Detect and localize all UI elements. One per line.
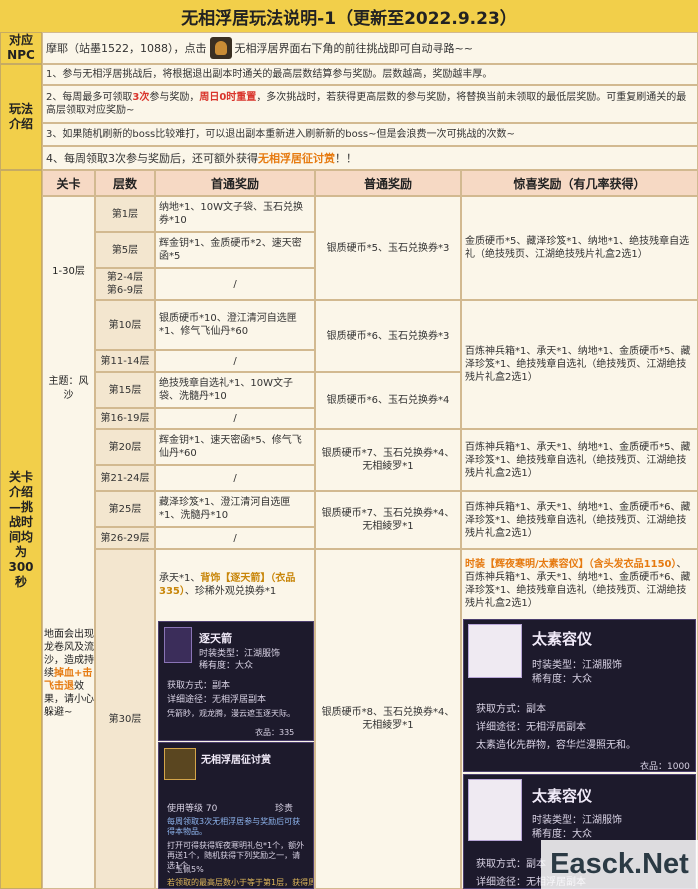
col-header-surprise-reward: 惊喜奖励（有几率获得） [461,170,698,196]
col-header-first-reward: 首通奖励 [155,170,315,196]
watermark: Easck.Net [541,840,698,889]
reward-bag-icon [164,748,196,780]
floor-1: 第1层 [95,196,155,232]
section-label: 关卡介绍—挑战时间均为300秒 [0,170,42,889]
normal-reward-1: 银质硬币*5、玉石兑换券*3 [315,196,461,300]
stage-cell [42,196,95,889]
npc-label: 对应NPC [0,32,42,64]
floor-16-19: 第16-19层 [95,408,155,429]
floor-5: 第5层 [95,232,155,268]
floor-21-24: 第21-24层 [95,465,155,491]
page-title: 无相浮居玩法说明-1（更新至2022.9.23） [0,0,698,33]
surprise-reward-3: 百炼神兵箱*1、承天*1、纳地*1、金质硬币*5、藏泽珍笈*1、绝技残章自选礼（… [461,429,698,491]
col-header-stage: 关卡 [42,170,95,196]
stage-theme: 主题：风沙 [48,376,89,401]
bow-icon [164,627,192,663]
normal-reward-2: 银质硬币*6、玉石兑换券*3 [315,300,461,372]
col-header-floor: 层数 [95,170,155,196]
normal-reward-6: 银质硬币*8、玉石兑换券*4、无相綾罗*1 [315,549,461,889]
col-header-normal-reward: 普通奖励 [315,170,461,196]
reward-item-card: 无相浮居征讨赏 使用等级 70 珍贵 每周领取3次无相浮居参与奖励后可获得本物品… [158,742,314,889]
outfit-portrait-icon-2 [468,779,522,841]
rule-4: 4、每周领取3次参与奖励后，还可额外获得 无相浮居征讨赏！！ [42,146,698,170]
floor-26-29: 第26-29层 [95,527,155,549]
rules-label: 玩法介绍 [0,64,42,170]
floor-11-14: 第11-14层 [95,350,155,372]
floor-2-9: 第2-4层 第6-9层 [95,268,155,300]
first-reward-f2: / [155,268,315,300]
normal-reward-3: 银质硬币*6、玉石兑换券*4 [315,372,461,429]
first-reward-f15: 绝技残章自选礼*1、10W文子袋、洗髓丹*10 [155,372,315,408]
surprise-reward-2: 百炼神兵箱*1、承天*1、纳地*1、金质硬币*5、藏泽珍笈*1、绝技残章自选礼（… [461,300,698,429]
stage-ground-desc: 地面会出现龙卷风及流沙，造成持续掉血+击飞击退效果，请小心躲避~ [44,629,94,718]
surprise-reward-1: 金质硬币*5、藏泽珍笈*1、纳地*1、绝技残章自选礼（绝技残页、江湖绝技残片礼盒… [461,196,698,300]
floor-20: 第20层 [95,429,155,465]
first-reward-f11: / [155,350,315,372]
floor-10: 第10层 [95,300,155,350]
npc-text-after: 无相浮居界面右下角的前往挑战即可自动寻路~~ [234,41,473,55]
floor-25: 第25层 [95,491,155,527]
first-reward-f25: 藏泽珍笈*1、澄江清河自选匣*1、洗髓丹*10 [155,491,315,527]
floor-30: 第30层 [95,549,155,889]
first-reward-f26: / [155,527,315,549]
npc-cell: 摩耶（站墨1522，1088），点击 无相浮居界面右下角的前往挑战即可自动寻路~… [42,32,698,64]
npc-text-before: 摩耶（站墨1522，1088），点击 [46,41,207,55]
first-reward-f1: 纳地*1、10W文子袋、玉石兑换券*10 [155,196,315,232]
surprise-reward-4: 百炼神兵箱*1、承天*1、纳地*1、金质硬币*6、藏泽珍笈*1、绝技残章自选礼（… [461,491,698,549]
rule-2: 2、每周最多可领取3次参与奖励，周日0时重置，多次挑战时，若获得更高层数的参与奖… [42,85,698,123]
first-reward-f16: / [155,408,315,429]
outfit-portrait-icon [468,624,522,678]
rule-1: 1、参与无相浮居挑战后，将根据退出副本时通关的最高层数结算参与奖励。层数越高，奖… [42,64,698,85]
outfit-card-1: 太素容仪 时装类型：江湖服饰 稀有度：大众 获取方式：副本 详细途径：无相浮居副… [463,619,696,772]
first-reward-f5: 辉金钥*1、金质硬币*2、速天密函*5 [155,232,315,268]
first-reward-f20: 辉金钥*1、速天密函*5、修气飞仙丹*60 [155,429,315,465]
bow-item-card: 逐天箭 时装类型：江湖服饰 稀有度：大众 获取方式：副本 详细途径：无相浮居副本… [158,621,314,741]
first-reward-f10: 银质硬币*10、澄江清河自选匣*1、修气飞仙丹*60 [155,300,315,350]
normal-reward-5: 银质硬币*7、玉石兑换券*4、无相綾罗*1 [315,491,461,549]
stage-range: 1-30层 [52,266,85,277]
normal-reward-4: 银质硬币*7、玉石兑换券*4、无相綾罗*1 [315,429,461,491]
npc-button-icon[interactable] [209,37,232,59]
rule-3: 3、如果随机刷新的boss比较难打，可以退出副本重新进入刷新新的boss~但是会… [42,123,698,146]
first-reward-f21: / [155,465,315,491]
floor-15: 第15层 [95,372,155,408]
